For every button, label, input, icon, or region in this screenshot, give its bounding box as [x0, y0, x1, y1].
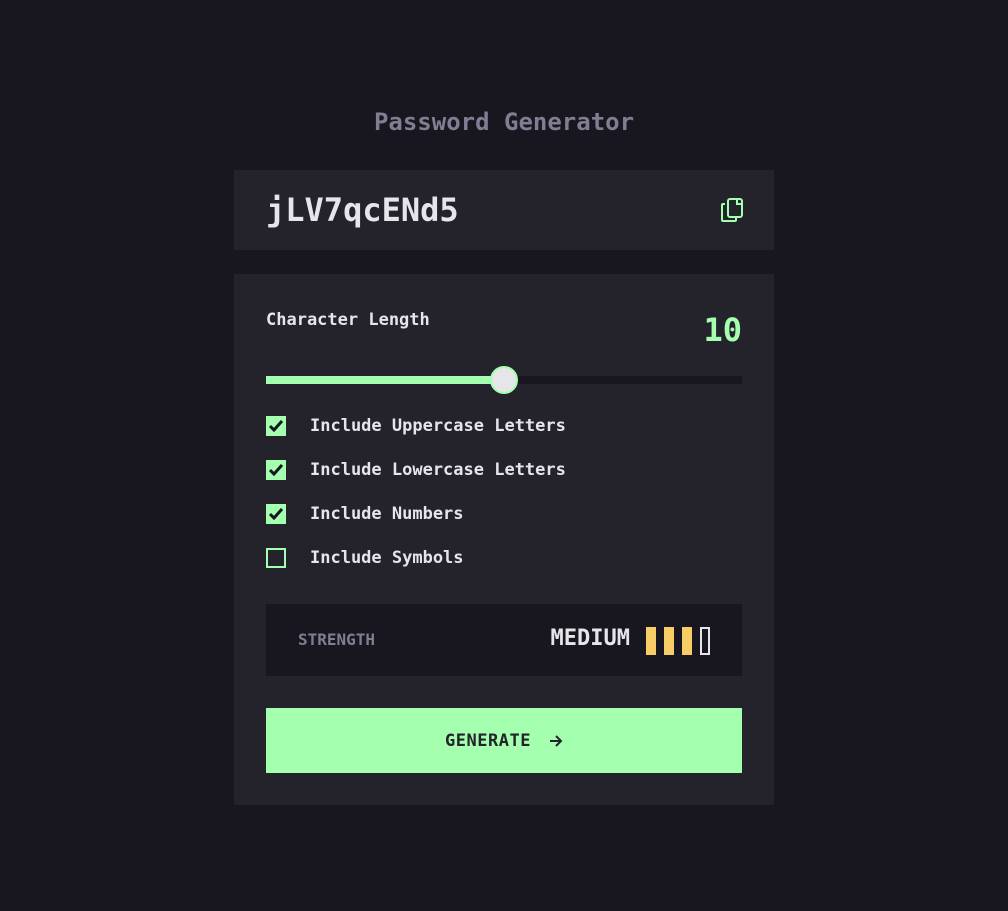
check-icon [269, 420, 283, 432]
option-label: Include Uppercase Letters [310, 416, 566, 436]
symbols-checkbox[interactable] [266, 548, 286, 568]
copy-icon [721, 198, 743, 222]
check-icon [269, 464, 283, 476]
password-output: jLV7qcENd5 [266, 191, 459, 229]
strength-bar-filled [682, 627, 692, 655]
numbers-checkbox[interactable] [266, 504, 286, 524]
arrow-right-icon [549, 734, 563, 747]
strength-bar-empty [700, 627, 710, 655]
page-title: Password Generator [373, 108, 635, 136]
slider-thumb[interactable] [490, 366, 518, 394]
generate-button[interactable]: GENERATE [266, 708, 742, 773]
copy-button[interactable] [720, 197, 744, 223]
character-length-slider[interactable] [266, 366, 742, 394]
check-icon [269, 508, 283, 520]
generator-panel: Character Length 10 Include Uppercase Le… [234, 274, 774, 805]
lowercase-checkbox[interactable] [266, 460, 286, 480]
password-display: jLV7qcENd5 [234, 170, 774, 250]
option-label: Include Symbols [310, 548, 464, 568]
generate-label: GENERATE [445, 730, 531, 751]
option-symbols[interactable]: Include Symbols [266, 548, 464, 568]
strength-meter: STRENGTH MEDIUM [266, 604, 742, 676]
strength-bars [646, 627, 710, 655]
option-uppercase[interactable]: Include Uppercase Letters [266, 416, 566, 436]
option-lowercase[interactable]: Include Lowercase Letters [266, 460, 566, 480]
strength-value: MEDIUM [550, 626, 630, 651]
option-label: Include Lowercase Letters [310, 460, 566, 480]
strength-bar-filled [646, 627, 656, 655]
strength-label: STRENGTH [298, 630, 376, 649]
strength-bar-filled [664, 627, 674, 655]
option-label: Include Numbers [310, 504, 464, 524]
option-numbers[interactable]: Include Numbers [266, 504, 464, 524]
character-length-label: Character Length [266, 310, 430, 330]
slider-fill [266, 376, 504, 384]
uppercase-checkbox[interactable] [266, 416, 286, 436]
character-length-value: 10 [703, 311, 742, 349]
